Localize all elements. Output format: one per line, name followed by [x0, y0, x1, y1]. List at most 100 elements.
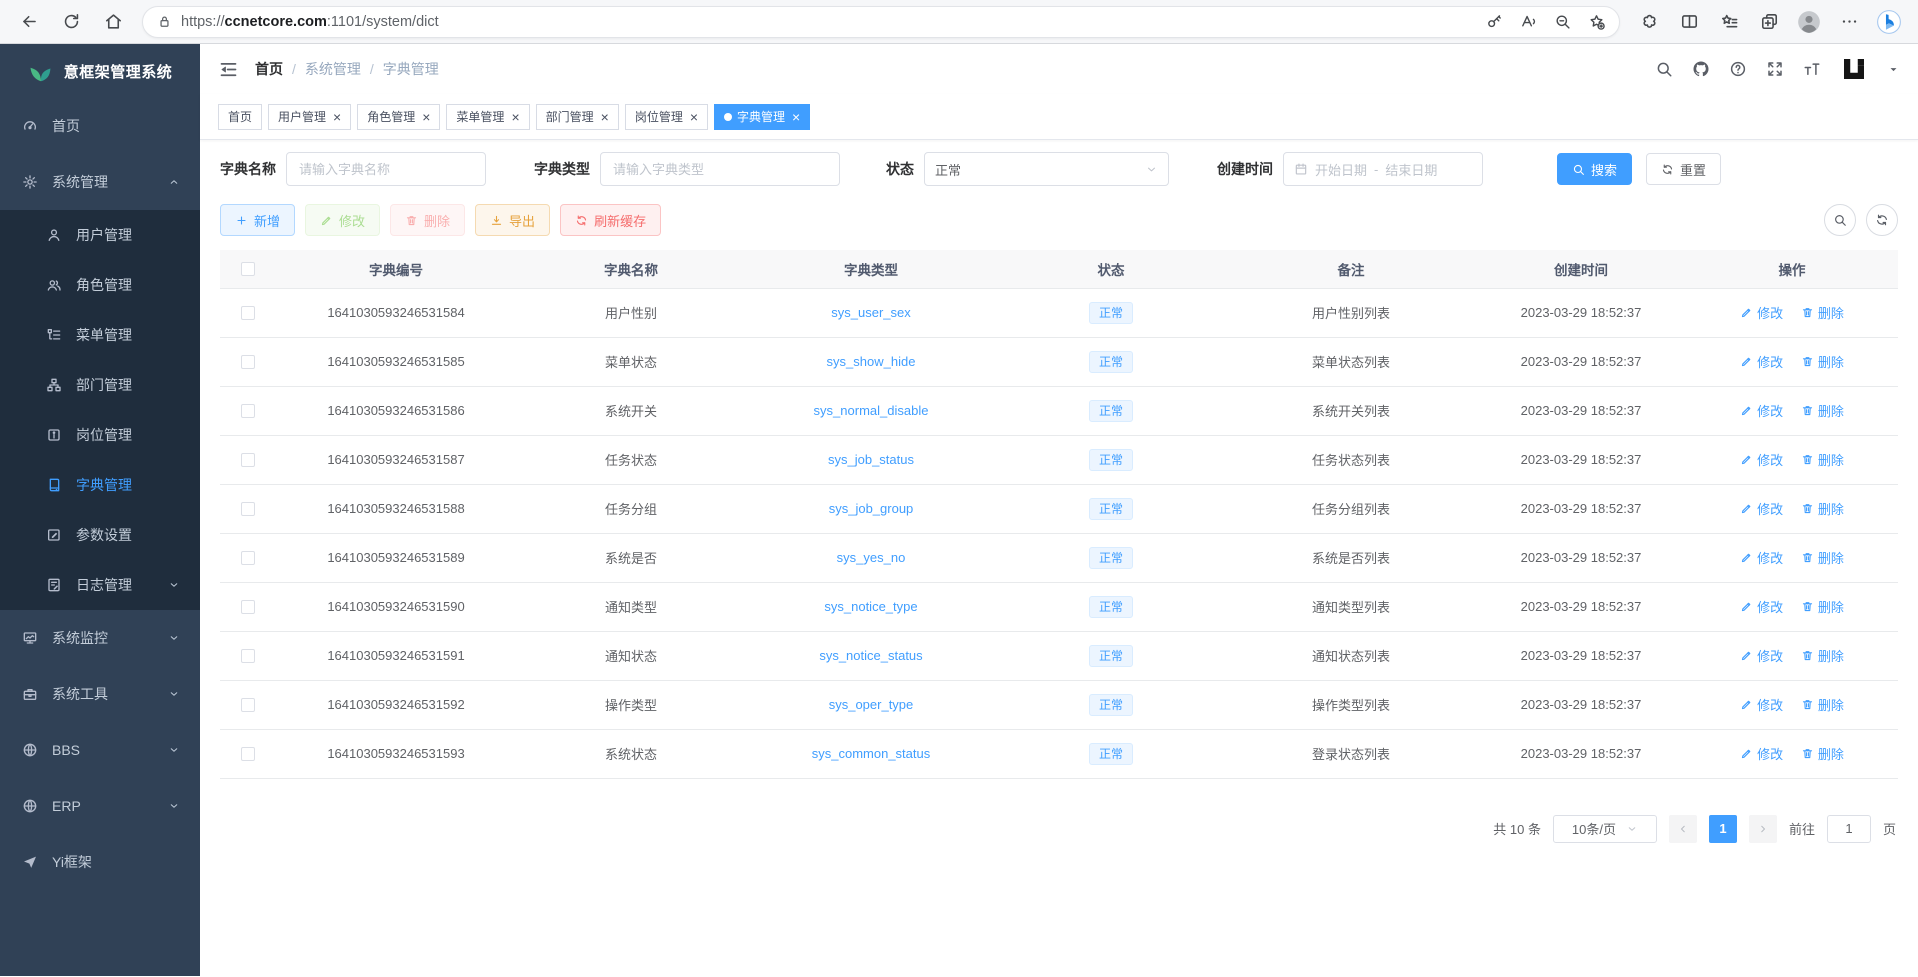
row-edit-button[interactable]: 修改 [1740, 450, 1783, 469]
refresh-cache-button[interactable]: 刷新缓存 [560, 204, 661, 236]
dict-type-link[interactable]: sys_common_status [812, 746, 931, 761]
dict-type-link[interactable]: sys_yes_no [837, 550, 906, 565]
row-edit-button[interactable]: 修改 [1740, 646, 1783, 665]
row-edit-button[interactable]: 修改 [1740, 548, 1783, 567]
page-size-select[interactable]: 10条/页 [1553, 815, 1657, 843]
tab[interactable]: 菜单管理× [446, 104, 529, 130]
close-icon[interactable]: × [792, 110, 800, 124]
tab[interactable]: 用户管理× [268, 104, 351, 130]
dict-name-input[interactable] [286, 152, 486, 186]
row-checkbox[interactable] [241, 404, 255, 418]
reset-button[interactable]: 重置 [1646, 153, 1721, 185]
row-delete-button[interactable]: 删除 [1801, 401, 1844, 420]
split-screen-icon[interactable] [1672, 5, 1706, 39]
sidebar-item-dict-management[interactable]: 字典管理 [0, 460, 200, 510]
row-delete-button[interactable]: 删除 [1801, 744, 1844, 763]
row-checkbox[interactable] [241, 600, 255, 614]
close-icon[interactable]: × [601, 110, 609, 124]
dict-type-link[interactable]: sys_notice_status [819, 648, 922, 663]
toggle-search-icon[interactable] [1824, 204, 1856, 236]
goto-page-input[interactable] [1827, 815, 1871, 843]
sidebar-item-system-tools[interactable]: 系统工具 [0, 666, 200, 722]
row-delete-button[interactable]: 删除 [1801, 646, 1844, 665]
user-avatar-logo[interactable] [1839, 54, 1869, 84]
row-checkbox[interactable] [241, 551, 255, 565]
tab[interactable]: 部门管理× [536, 104, 619, 130]
tab[interactable]: 字典管理× [714, 104, 810, 130]
dict-type-link[interactable]: sys_oper_type [829, 697, 914, 712]
key-icon[interactable] [1479, 7, 1509, 37]
status-select[interactable]: 正常 [924, 152, 1169, 186]
sidebar-item-dept-management[interactable]: 部门管理 [0, 360, 200, 410]
row-edit-button[interactable]: 修改 [1740, 401, 1783, 420]
font-size-icon[interactable] [1803, 60, 1821, 78]
sidebar-item-system-management[interactable]: 系统管理 [0, 154, 200, 210]
dict-type-link[interactable]: sys_job_status [828, 452, 914, 467]
sidebar-item-erp[interactable]: ERP [0, 778, 200, 834]
search-button[interactable]: 搜索 [1557, 153, 1632, 185]
row-checkbox[interactable] [241, 453, 255, 467]
select-all-checkbox[interactable] [241, 262, 255, 276]
delete-button[interactable]: 删除 [390, 204, 465, 236]
row-edit-button[interactable]: 修改 [1740, 695, 1783, 714]
sidebar-item-system-monitor[interactable]: 系统监控 [0, 610, 200, 666]
close-icon[interactable]: × [690, 110, 698, 124]
row-edit-button[interactable]: 修改 [1740, 352, 1783, 371]
modify-button[interactable]: 修改 [305, 204, 380, 236]
sidebar-item-role-management[interactable]: 角色管理 [0, 260, 200, 310]
row-edit-button[interactable]: 修改 [1740, 744, 1783, 763]
dict-type-link[interactable]: sys_notice_type [824, 599, 917, 614]
row-delete-button[interactable]: 删除 [1801, 597, 1844, 616]
read-aloud-icon[interactable] [1513, 7, 1543, 37]
current-page[interactable]: 1 [1709, 815, 1737, 843]
prev-page-button[interactable] [1669, 815, 1697, 843]
sidebar-item-bbs[interactable]: BBS [0, 722, 200, 778]
sidebar-fold-icon[interactable] [218, 59, 239, 80]
dict-type-link[interactable]: sys_normal_disable [814, 403, 929, 418]
tab[interactable]: 首页 [218, 104, 262, 130]
date-range-picker[interactable]: 开始日期 - 结束日期 [1283, 152, 1483, 186]
more-icon[interactable] [1832, 5, 1866, 39]
dict-type-link[interactable]: sys_show_hide [827, 354, 916, 369]
address-bar[interactable]: https://ccnetcore.com:1101/system/dict [142, 6, 1620, 38]
sidebar-item-log-management[interactable]: 日志管理 [0, 560, 200, 610]
fullscreen-icon[interactable] [1766, 60, 1784, 78]
profile-avatar-icon[interactable] [1792, 5, 1826, 39]
help-icon[interactable] [1729, 60, 1747, 78]
duplicate-tab-icon[interactable] [1752, 5, 1786, 39]
collections-icon[interactable] [1712, 5, 1746, 39]
next-page-button[interactable] [1749, 815, 1777, 843]
add-favorite-icon[interactable] [1581, 7, 1611, 37]
tab[interactable]: 岗位管理× [625, 104, 708, 130]
close-icon[interactable]: × [422, 110, 430, 124]
row-delete-button[interactable]: 删除 [1801, 303, 1844, 322]
row-edit-button[interactable]: 修改 [1740, 597, 1783, 616]
row-delete-button[interactable]: 删除 [1801, 548, 1844, 567]
back-icon[interactable] [12, 5, 46, 39]
browser-essentials-icon[interactable] [1632, 5, 1666, 39]
sidebar-item-home[interactable]: 首页 [0, 98, 200, 154]
row-delete-button[interactable]: 删除 [1801, 499, 1844, 518]
tab[interactable]: 角色管理× [357, 104, 440, 130]
close-icon[interactable]: × [511, 110, 519, 124]
row-checkbox[interactable] [241, 649, 255, 663]
sidebar-item-post-management[interactable]: 岗位管理 [0, 410, 200, 460]
search-icon[interactable] [1655, 60, 1673, 78]
zoom-out-icon[interactable] [1547, 7, 1577, 37]
row-checkbox[interactable] [241, 698, 255, 712]
row-checkbox[interactable] [241, 747, 255, 761]
row-checkbox[interactable] [241, 502, 255, 516]
close-icon[interactable]: × [333, 110, 341, 124]
github-icon[interactable] [1692, 60, 1710, 78]
row-checkbox[interactable] [241, 355, 255, 369]
dict-type-input[interactable] [600, 152, 840, 186]
add-button[interactable]: 新增 [220, 204, 295, 236]
row-delete-button[interactable]: 删除 [1801, 352, 1844, 371]
row-delete-button[interactable]: 删除 [1801, 695, 1844, 714]
dict-type-link[interactable]: sys_user_sex [831, 305, 910, 320]
sidebar-item-menu-management[interactable]: 菜单管理 [0, 310, 200, 360]
bing-icon[interactable] [1872, 5, 1906, 39]
row-edit-button[interactable]: 修改 [1740, 303, 1783, 322]
export-button[interactable]: 导出 [475, 204, 550, 236]
row-edit-button[interactable]: 修改 [1740, 499, 1783, 518]
